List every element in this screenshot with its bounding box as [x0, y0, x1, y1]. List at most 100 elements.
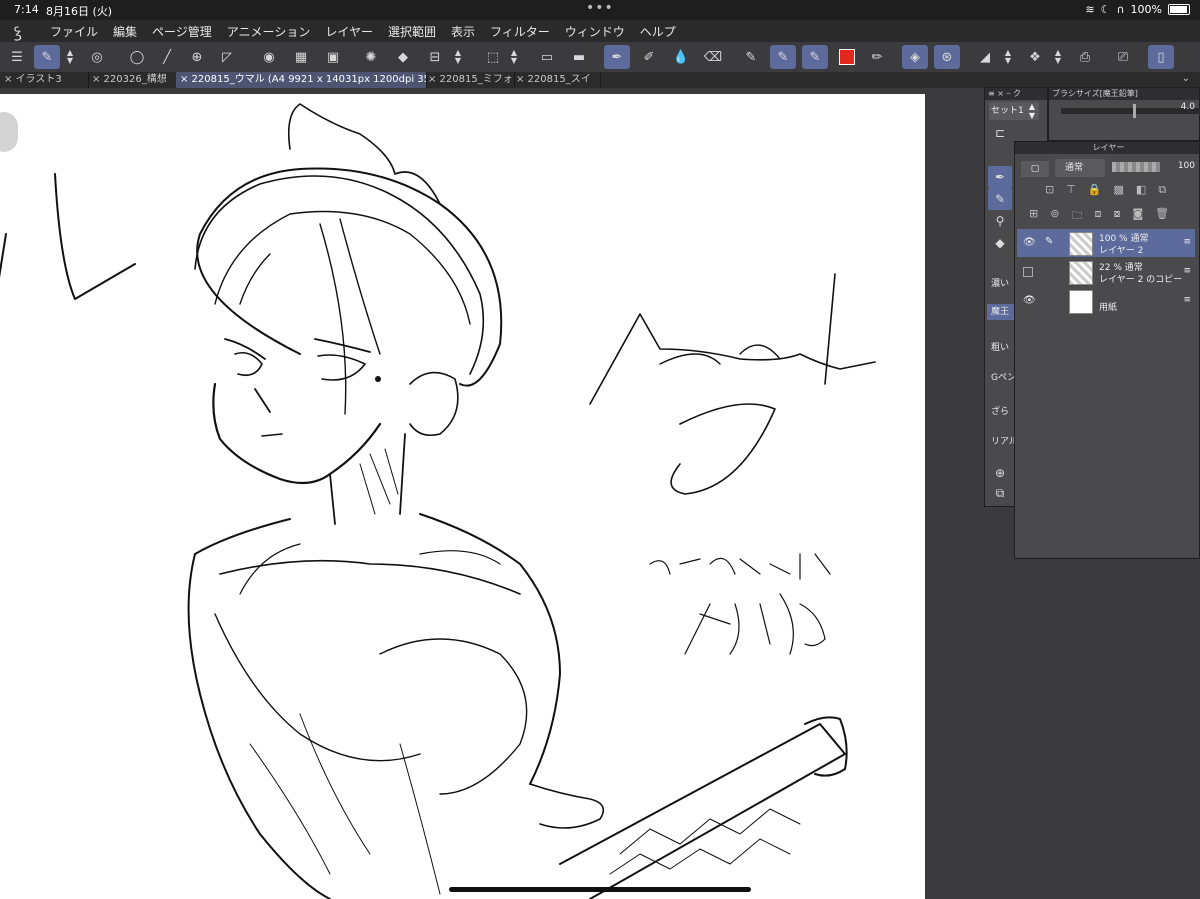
tab-illust3[interactable]: × イラスト3 — [0, 72, 89, 88]
brush-size-knob[interactable] — [1133, 104, 1136, 118]
menu-layer[interactable]: レイヤー — [325, 23, 373, 40]
reference-icon[interactable]: ⊤ — [1066, 183, 1076, 197]
tab-220326[interactable]: × 220326_構想 — [88, 72, 179, 88]
record-icon[interactable]: ◎ — [84, 45, 110, 69]
canvas-scroll-handle[interactable] — [0, 112, 18, 152]
clip-icon[interactable]: ⊡ — [1045, 183, 1054, 197]
brush-icon[interactable]: ✐ — [636, 45, 662, 69]
menu-file[interactable]: ファイル — [50, 23, 98, 40]
opacity-slider[interactable] — [1112, 162, 1160, 172]
alpha-lock-icon[interactable]: ▩ — [1114, 183, 1124, 197]
new-folder-icon[interactable]: 🗀 — [1071, 207, 1082, 226]
new-raster-layer-icon[interactable]: ⊞ — [1029, 207, 1038, 226]
dropbox-icon[interactable]: ❖ — [1022, 45, 1048, 69]
crop-icon[interactable]: ⬚ — [480, 45, 506, 69]
transform-icon[interactable]: ◸ — [214, 45, 240, 69]
ruler-tool-icon[interactable]: ⊏ — [988, 122, 1012, 144]
layer-row[interactable]: 👁 用紙 ≡ — [1017, 287, 1195, 315]
target-icon[interactable]: ⊛ — [934, 45, 960, 69]
brush-item-koi[interactable]: 濃い — [991, 276, 1009, 289]
link-icon[interactable]: ⧉ — [1158, 183, 1166, 197]
eye-icon[interactable]: 👁 — [1023, 295, 1036, 306]
pencil-subtool-icon[interactable]: ✎ — [988, 188, 1012, 210]
layer-row[interactable]: 👁 ✎ 100 % 通常 レイヤー 2 ≡ — [1017, 229, 1195, 257]
pen-tool-icon[interactable]: ✒ — [604, 45, 630, 69]
drag-handle-icon[interactable]: ≡ — [1183, 237, 1191, 247]
menu-page[interactable]: ページ管理 — [152, 23, 212, 40]
stepper-arrows-icon[interactable]: ▲ ▼ — [1025, 102, 1039, 120]
menu-selection[interactable]: 選択範囲 — [388, 23, 436, 40]
stepper-arrows-icon[interactable]: ▲ ▼ — [1002, 45, 1014, 69]
brush-size-panel: ブラシサイズ[魔王鉛筆] 4.0 — [1048, 87, 1200, 141]
hamburger-menu-icon[interactable]: ☰ — [4, 45, 30, 69]
drawing-canvas[interactable] — [0, 94, 925, 899]
brush-item-zara[interactable]: ざら — [991, 404, 1009, 417]
brush-size-slider[interactable] — [1061, 108, 1200, 114]
pen-settings-icon[interactable]: ✎ — [738, 45, 764, 69]
menu-animation[interactable]: アニメーション — [227, 23, 311, 40]
tile-icon[interactable]: ▣ — [320, 45, 346, 69]
stepper-arrows-icon[interactable]: ▲ ▼ — [508, 45, 520, 69]
brush-item-arai[interactable]: 粗い — [991, 340, 1009, 353]
menu-view[interactable]: 表示 — [451, 23, 475, 40]
eye-icon[interactable]: 👁 — [1023, 237, 1036, 248]
duplicate-subtool-icon[interactable]: ⧉ — [988, 482, 1012, 504]
tab-220815-mifo[interactable]: × 220815_ミフォ — [424, 72, 515, 88]
ruler-icon[interactable]: ◢ — [972, 45, 998, 69]
window-alt-icon[interactable]: ▬ — [566, 45, 592, 69]
pen-pressure-icon[interactable]: ✎ — [770, 45, 796, 69]
trash-icon[interactable]: 🗑 — [1155, 207, 1169, 226]
layer-property-icons: ⊡ ⊤ 🔒 ▩ ◧ ⧉ — [1045, 183, 1166, 197]
add-subtool-icon[interactable]: ⊕ — [988, 462, 1012, 484]
tray-icon[interactable]: ⊟ — [422, 45, 448, 69]
layer-color-toggle[interactable]: ▢ — [1021, 161, 1049, 177]
menu-edit[interactable]: 編集 — [113, 23, 137, 40]
menu-help[interactable]: ヘルプ — [640, 23, 676, 40]
menu-window[interactable]: ウィンドウ — [565, 23, 625, 40]
stepper-arrows-icon[interactable]: ▲ ▼ — [1052, 45, 1064, 69]
pen-stabilize-icon[interactable]: ✎ — [802, 45, 828, 69]
line-icon[interactable]: ╱ — [154, 45, 180, 69]
color-swatch-icon[interactable] — [834, 45, 860, 69]
fill-bucket-icon[interactable]: ◆ — [988, 232, 1012, 254]
drag-handle-icon[interactable]: ≡ — [1183, 266, 1191, 276]
tablet-mode-icon[interactable]: ▯ — [1148, 45, 1174, 69]
eyedropper-icon[interactable]: ⚲ — [988, 210, 1012, 232]
fill-icon[interactable]: ◆ — [390, 45, 416, 69]
pen-subtool-icon[interactable]: ✒ — [988, 166, 1012, 188]
drops-icon[interactable]: 💧 — [668, 45, 694, 69]
blend-mode-select[interactable]: 通常 — [1055, 159, 1105, 177]
drag-handle-icon[interactable]: ≡ — [1183, 295, 1191, 305]
stepper-arrows-icon[interactable]: ▲ ▼ — [452, 45, 464, 69]
window-icon[interactable]: ▭ — [534, 45, 560, 69]
tab-220815-umaru[interactable]: × 220815_ウマル (A4 9921 x 14031px 1200dpi … — [176, 72, 427, 88]
transfer-icon[interactable]: ⧈ — [1094, 207, 1101, 226]
new-vector-layer-icon[interactable]: ⊚ — [1050, 207, 1059, 226]
circle-layer-icon[interactable]: ◉ — [256, 45, 282, 69]
eraser-icon[interactable]: ⌫ — [700, 45, 726, 69]
multitasking-dots-icon[interactable]: ••• — [586, 0, 614, 16]
app-logo-icon[interactable]: ꝣ — [14, 22, 32, 41]
visibility-checkbox[interactable] — [1023, 267, 1033, 277]
layers-icon[interactable]: ◈ — [902, 45, 928, 69]
print-icon[interactable]: ⎚ — [1110, 45, 1136, 69]
edit-mode-icon[interactable]: ✎ — [34, 45, 60, 69]
set-selector[interactable]: セット1 — [989, 102, 1025, 120]
mask-icon[interactable]: ◧ — [1136, 183, 1146, 197]
lasso-icon[interactable]: ◯ — [124, 45, 150, 69]
select-layer-icon[interactable]: ⊕ — [184, 45, 210, 69]
export-icon[interactable]: ⎙ — [1072, 45, 1098, 69]
layer-row[interactable]: 22 % 通常 レイヤー 2 のコピー ≡ — [1017, 258, 1195, 286]
merge-icon[interactable]: ⧇ — [1113, 207, 1120, 226]
home-indicator[interactable] — [449, 887, 751, 892]
lock-icon[interactable]: 🔒 — [1088, 183, 1102, 197]
grid-icon[interactable]: ▦ — [288, 45, 314, 69]
loading-icon[interactable]: ✺ — [358, 45, 384, 69]
mask-create-icon[interactable]: ◙ — [1132, 207, 1143, 226]
chevron-down-icon[interactable]: ⌄ — [1182, 73, 1190, 84]
stepper-arrows-icon[interactable]: ▲ ▼ — [64, 45, 76, 69]
menu-filter[interactable]: フィルター — [490, 23, 550, 40]
brush-item-gpen[interactable]: Gペン — [991, 370, 1016, 383]
pencil-icon[interactable]: ✏ — [864, 45, 890, 69]
tab-220815-sui[interactable]: × 220815_スイ — [512, 72, 601, 88]
